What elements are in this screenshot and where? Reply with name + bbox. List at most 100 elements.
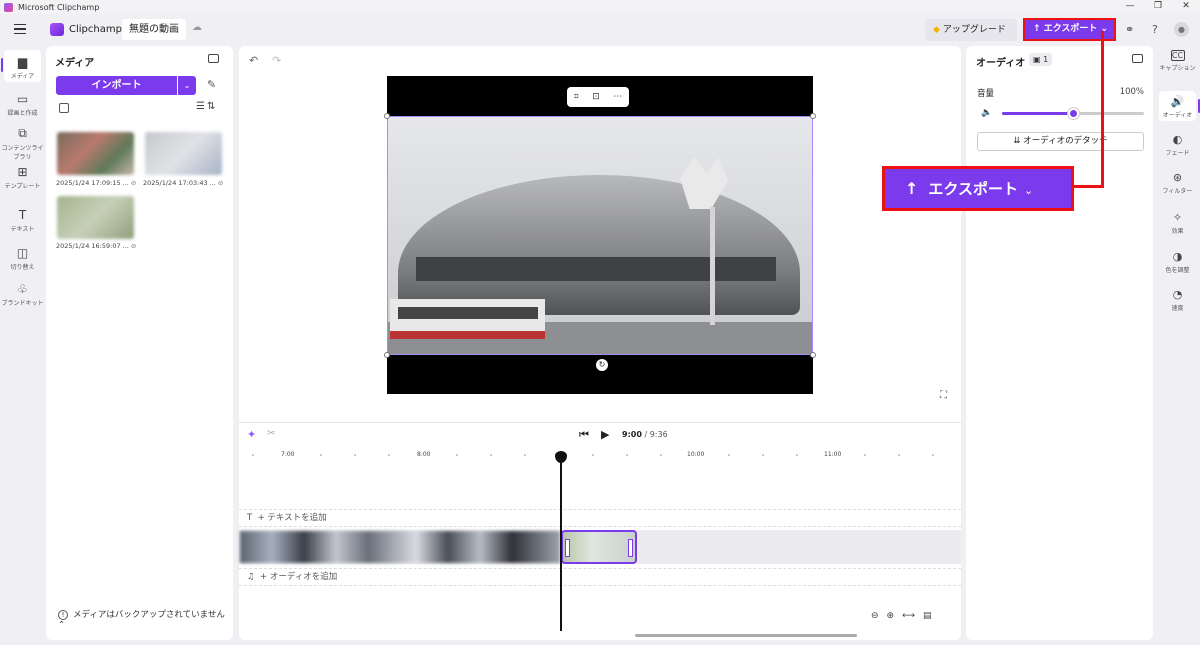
upload-arrow-icon: ↑ — [905, 179, 919, 198]
selected-video-clip[interactable] — [561, 530, 637, 564]
detach-audio-button[interactable]: ⇊ オーディオのデタッチ — [977, 132, 1144, 151]
rail-item-text[interactable]: T テキスト — [0, 208, 45, 233]
thumbnail-caption: 2025/1/24 17:03:43 ... ⊘ — [143, 179, 224, 187]
media-thumbnail[interactable] — [57, 132, 134, 175]
import-dropdown-chevron-icon[interactable]: ⌄ — [178, 76, 196, 95]
rail-label: テキスト — [10, 226, 35, 233]
media-panel-title: メディア — [55, 58, 95, 69]
timeline: ✦ ✂ ⏮ ▶ 9:00 / 9:36 7:00 8:00 10:00 11:0… — [239, 422, 961, 640]
playhead[interactable] — [555, 451, 567, 631]
ruler-label: 8:00 — [417, 451, 431, 458]
fit-icon[interactable]: ⊡ — [592, 92, 600, 102]
rail-item-templates[interactable]: ⊞ テンプレート — [0, 165, 45, 190]
share-icon[interactable]: ⚭ — [1125, 23, 1134, 36]
camera-icon: ▭ — [16, 92, 29, 106]
magic-wand-icon[interactable]: ✎ — [207, 78, 216, 91]
rail-label: コンテンツライブラリ — [1, 145, 44, 161]
resize-handle[interactable] — [810, 113, 816, 119]
speaker-icon: 🔊 — [1170, 95, 1185, 108]
rail-item-transitions[interactable]: ◫ 切り替え — [0, 246, 45, 271]
project-name-field[interactable]: 無題の動画 — [122, 19, 186, 40]
collapse-panel-icon[interactable] — [1132, 54, 1143, 63]
upgrade-label: アップグレード — [942, 25, 1006, 35]
close-window-button[interactable]: ✕ — [1172, 0, 1200, 13]
ai-sparkle-icon[interactable]: ✦ — [247, 428, 256, 441]
filter-sort-icon[interactable]: ☰⇅ — [196, 101, 217, 112]
redo-icon[interactable]: ↷ — [272, 54, 281, 67]
crop-icon[interactable]: ⌗ — [574, 92, 579, 102]
fullscreen-icon[interactable]: ⛶ — [940, 390, 947, 401]
zoom-out-icon[interactable]: ⊖ — [871, 611, 879, 621]
hamburger-menu-icon[interactable] — [14, 24, 26, 34]
resize-handle[interactable] — [384, 113, 390, 119]
folder-icon: ▆ — [17, 55, 28, 69]
select-all-checkbox[interactable] — [59, 103, 69, 113]
upgrade-button[interactable]: ◆ アップグレード — [925, 19, 1017, 41]
rail-item-audio[interactable]: 🔊 オーディオ — [1159, 91, 1200, 121]
media-thumbnail[interactable] — [145, 132, 222, 175]
volume-slider[interactable] — [1002, 108, 1144, 119]
maximize-button[interactable]: ❐ — [1144, 0, 1172, 13]
color-adjust-icon: ◑ — [1172, 250, 1183, 263]
ruler-label: 10:00 — [687, 451, 705, 458]
fade-icon: ◐ — [1172, 133, 1183, 146]
rail-item-color[interactable]: ◑ 色を調整 — [1155, 250, 1200, 274]
rail-item-brand-kit[interactable]: ♧ ブランドキット — [0, 282, 45, 307]
timeline-scrollbar[interactable] — [635, 634, 857, 637]
transition-icon: ◫ — [16, 246, 29, 260]
clipchamp-logo-icon — [50, 23, 64, 36]
rail-item-captions[interactable]: CC キャプション — [1155, 50, 1200, 72]
window-title: Microsoft Clipchamp — [18, 2, 100, 12]
more-options-icon[interactable]: ⋯ — [613, 92, 622, 102]
rail-item-record[interactable]: ▭ 録画と作成 — [0, 92, 45, 117]
collapse-panel-icon[interactable] — [208, 54, 219, 63]
fit-timeline-icon[interactable]: ⟷ — [902, 611, 915, 621]
volume-slider-knob[interactable] — [1068, 108, 1079, 119]
add-audio-track[interactable]: ♫ + オーディオを追加 — [239, 568, 961, 586]
help-button[interactable]: ? — [1152, 23, 1158, 36]
rail-item-fade[interactable]: ◐ フェード — [1155, 133, 1200, 157]
effects-icon: ✧ — [1172, 211, 1183, 224]
import-button[interactable]: インポート — [56, 76, 177, 95]
zoom-in-icon[interactable]: ⊕ — [887, 611, 895, 621]
cloud-sync-off-icon[interactable]: ☁ — [192, 22, 202, 33]
top-bar: Clipchamp 無題の動画 ☁ ◆ アップグレード ↑ エクスポート ⌄ ⚭ … — [0, 14, 1200, 46]
timeline-ruler[interactable]: 7:00 8:00 10:00 11:00 — [239, 449, 961, 463]
video-clip[interactable] — [240, 531, 560, 563]
rail-label: メディア — [10, 73, 35, 80]
resize-handle[interactable] — [810, 352, 816, 358]
rotate-icon[interactable]: ↻ — [596, 359, 608, 371]
skip-back-icon[interactable]: ⏮ — [579, 428, 589, 442]
window-controls: — ❐ ✕ — [1116, 0, 1200, 13]
rail-label: ブランドキット — [1, 300, 44, 307]
video-frame[interactable] — [387, 116, 813, 355]
export-label: エクスポート — [1043, 24, 1098, 34]
resize-handle[interactable] — [384, 352, 390, 358]
rail-item-effects[interactable]: ✧ 効果 — [1155, 211, 1200, 235]
play-icon[interactable]: ▶ — [601, 428, 609, 441]
scissors-icon[interactable]: ✂ — [267, 428, 275, 439]
brand-kit-icon: ♧ — [17, 282, 28, 296]
info-icon: ! — [58, 610, 68, 620]
thumbnail-caption: 2025/1/24 17:09:15 ... ⊘ — [56, 179, 137, 187]
media-thumbnail[interactable] — [57, 196, 134, 239]
rail-label: テンプレート — [4, 183, 41, 190]
minimize-button[interactable]: — — [1116, 0, 1144, 13]
speaker-icon[interactable]: 🔈 — [981, 108, 992, 118]
panel-title: オーディオ — [976, 58, 1026, 69]
timeline-view-icon[interactable]: ▤ — [923, 611, 932, 621]
rail-item-media[interactable]: ▆ メディア — [1, 50, 41, 82]
zoom-controls: ⊖ ⊕ ⟷ ▤ — [871, 611, 932, 621]
check-icon: ⊘ — [217, 179, 224, 187]
audio-track-badge: ▣ 1 — [1029, 53, 1053, 66]
rail-item-speed[interactable]: ◔ 速度 — [1155, 288, 1200, 312]
rail-item-content-library[interactable]: ⧉ コンテンツライブラリ — [0, 126, 45, 161]
backup-notice[interactable]: ! メディアはバックアップされていません ⌃ — [58, 608, 233, 630]
volume-value: 100% — [1119, 87, 1144, 97]
undo-icon[interactable]: ↶ — [249, 54, 258, 67]
ruler-label: 11:00 — [824, 451, 842, 458]
check-icon: ⊘ — [130, 242, 137, 250]
rail-item-filters[interactable]: ⊛ フィルター — [1155, 171, 1200, 195]
add-text-track[interactable]: T + テキストを追加 — [239, 509, 961, 527]
avatar[interactable]: ● — [1174, 22, 1189, 37]
